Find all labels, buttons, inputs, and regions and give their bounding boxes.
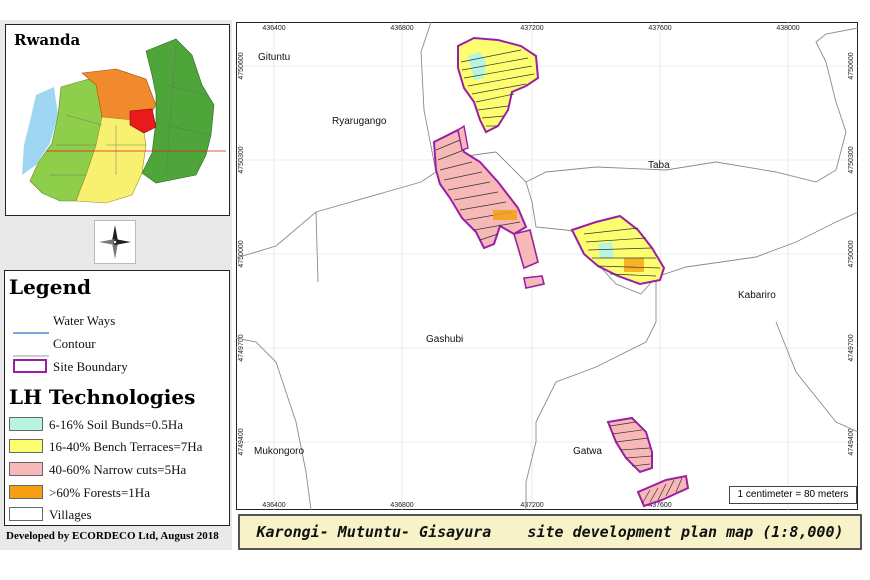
place-taba: Taba	[648, 160, 670, 171]
place-kabariro: Kabariro	[738, 290, 776, 301]
legend-title: Legend	[9, 275, 92, 299]
soil-bunds-swatch	[9, 417, 43, 431]
villages-swatch	[9, 507, 43, 521]
x-tick-bottom: 437200	[520, 502, 543, 509]
place-gituntu: Gituntu	[258, 52, 290, 63]
place-mukongoro: Mukongoro	[254, 446, 304, 457]
place-ryarugango: Ryarugango	[332, 116, 387, 127]
east-districts	[141, 38, 215, 184]
legend-villages: Villages	[49, 507, 92, 522]
y-tick-right: 4750300	[848, 146, 855, 173]
map-title: Karongi- Mutuntu- Gisayura site developm…	[256, 523, 844, 541]
x-tick-top: 436400	[262, 25, 285, 32]
legend-narrow-cuts: 40-60% Narrow cuts=5Ha	[49, 462, 187, 477]
site-map: 436400 436800 437200 437600 438000 43640…	[235, 21, 859, 511]
x-tick-top: 437200	[520, 25, 543, 32]
legend-waterways: Water Ways	[53, 313, 116, 328]
scale-note: 1 centimeter = 80 meters	[729, 486, 857, 504]
legend: Legend Water Ways Contour Site Boundary …	[4, 270, 230, 526]
y-tick-left: 4750300	[238, 146, 245, 173]
place-gashubi: Gashubi	[426, 334, 463, 345]
x-tick-top: 437600	[648, 25, 671, 32]
forests-swatch	[9, 485, 43, 499]
rwanda-map-drawing	[22, 38, 226, 204]
waterways-swatch	[13, 320, 49, 334]
rwanda-inset-map: Rwanda	[5, 24, 230, 216]
legend-site-boundary: Site Boundary	[53, 359, 128, 374]
site-map-drawing: 436400 436800 437200 437600 438000 43640…	[235, 21, 859, 511]
map-title-bar: Karongi- Mutuntu- Gisayura site developm…	[238, 514, 862, 550]
y-tick-left: 4749400	[238, 428, 245, 455]
y-tick-right: 4749400	[848, 428, 855, 455]
legend-contour: Contour	[53, 336, 96, 351]
narrow-cuts-swatch	[9, 462, 43, 476]
x-tick-top: 438000	[776, 25, 799, 32]
y-tick-left: 4750600	[238, 52, 245, 79]
y-tick-right: 4749700	[848, 334, 855, 361]
x-tick-bottom: 436800	[390, 502, 413, 509]
compass-icon	[99, 225, 131, 259]
legend-forests: >60% Forests=1Ha	[49, 485, 150, 500]
y-tick-right: 4750000	[848, 240, 855, 267]
x-tick-bottom: 436400	[262, 502, 285, 509]
contour-swatch	[13, 343, 49, 357]
north-arrow	[94, 220, 136, 264]
legend-soil-bunds: 6-16% Soil Bunds=0.5Ha	[49, 417, 184, 432]
y-tick-right: 4750600	[848, 52, 855, 79]
tech-title: LH Technologies	[9, 385, 196, 409]
place-gatwa: Gatwa	[573, 446, 602, 457]
inset-title: Rwanda	[14, 31, 81, 49]
x-tick-top: 436800	[390, 25, 413, 32]
credit-text: Developed by ECORDECO Ltd, August 2018	[6, 530, 219, 542]
bench-terraces-swatch	[9, 439, 43, 453]
site-boundary-swatch	[13, 359, 47, 373]
y-tick-left: 4750000	[238, 240, 245, 267]
legend-bench-terraces: 16-40% Bench Terraces=7Ha	[49, 439, 203, 454]
